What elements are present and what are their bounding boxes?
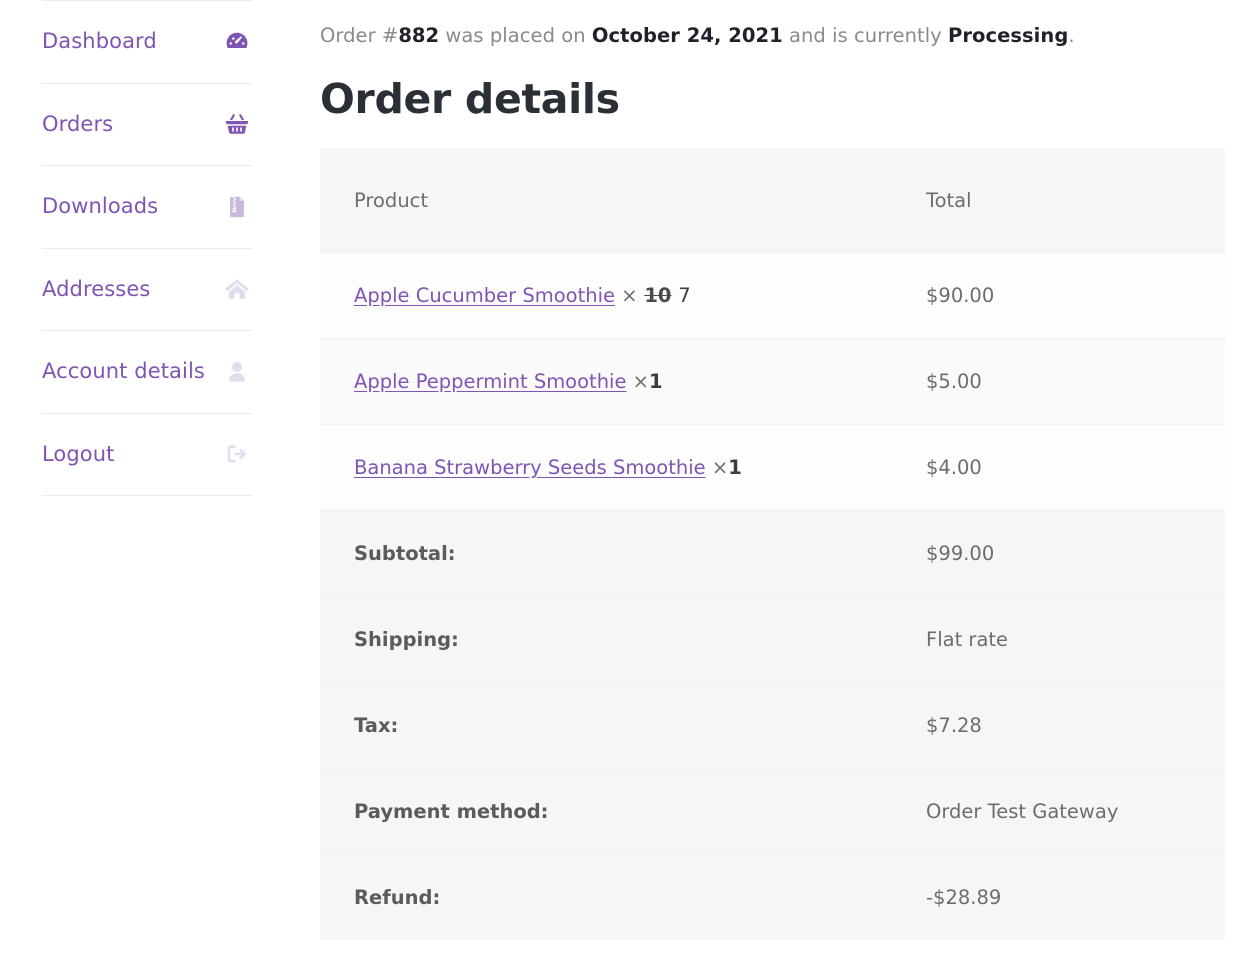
product-link[interactable]: Apple Cucumber Smoothie: [354, 284, 615, 307]
summary-row-subtotal: Subtotal: $99.00: [320, 509, 1225, 597]
product-quantity: ×1: [633, 370, 663, 393]
summary-value: Order Test Gateway: [892, 767, 1225, 855]
order-middle-text: and is currently: [782, 24, 949, 47]
order-status-badge: Processing: [948, 24, 1069, 47]
sidebar-item-logout[interactable]: Logout: [42, 414, 252, 496]
shopping-basket-icon: [224, 111, 250, 137]
sidebar-item-label: Addresses: [42, 276, 151, 301]
multiply-symbol: ×: [711, 455, 729, 479]
summary-value: Flat rate: [892, 595, 1225, 683]
summary-row-payment-method: Payment method: Order Test Gateway: [320, 767, 1225, 855]
product-total: $90.00: [892, 251, 1225, 339]
order-suffix-text: .: [1068, 24, 1075, 47]
sidebar-item-label: Dashboard: [42, 29, 157, 54]
quantity-current: 1: [728, 455, 742, 479]
summary-label: Subtotal:: [320, 509, 892, 597]
summary-label: Shipping:: [320, 595, 892, 683]
user-icon: [224, 359, 250, 385]
summary-label: Payment method:: [320, 767, 892, 855]
summary-row-shipping: Shipping: Flat rate: [320, 595, 1225, 683]
account-sidebar-nav: Dashboard Orders Downloads Addresses Acc…: [0, 0, 252, 496]
product-cell: Banana Strawberry Seeds Smoothie ×1: [320, 423, 892, 511]
product-link[interactable]: Apple Peppermint Smoothie: [354, 370, 626, 393]
product-cell: Apple Cucumber Smoothie × 10 7: [320, 251, 892, 339]
table-row: Apple Cucumber Smoothie × 10 7 $90.00: [320, 251, 1225, 339]
table-head: Product Total: [320, 148, 1225, 253]
table-body: Apple Cucumber Smoothie × 10 7 $90.00 Ap…: [320, 251, 1225, 511]
product-link[interactable]: Banana Strawberry Seeds Smoothie: [354, 456, 706, 479]
product-quantity: × 10 7: [621, 284, 691, 307]
sidebar-item-label: Logout: [42, 441, 115, 466]
sidebar-item-addresses[interactable]: Addresses: [42, 249, 252, 331]
order-placed-text: was placed on: [439, 24, 592, 47]
table-row: Apple Peppermint Smoothie ×1 $5.00: [320, 337, 1225, 425]
order-status-message: Order #882 was placed on October 24, 202…: [320, 22, 1225, 50]
summary-value: $7.28: [892, 681, 1225, 769]
order-prefix-text: Order #: [320, 24, 399, 47]
sign-out-icon: [224, 441, 250, 467]
summary-label: Refund:: [320, 853, 892, 941]
column-header-total: Total: [892, 148, 1225, 253]
sidebar-item-list: Dashboard Orders Downloads Addresses Acc…: [42, 0, 252, 496]
sidebar-link-account-details[interactable]: Account details: [42, 331, 252, 413]
sidebar-item-account-details[interactable]: Account details: [42, 331, 252, 414]
summary-value: $99.00: [892, 509, 1225, 597]
sidebar-item-dashboard[interactable]: Dashboard: [42, 1, 252, 84]
multiply-symbol: ×: [621, 283, 638, 307]
column-header-product: Product: [320, 148, 892, 253]
order-details-table: Product Total Apple Cucumber Smoothie × …: [320, 148, 1225, 941]
order-details-main: Order #882 was placed on October 24, 202…: [252, 0, 1242, 941]
quantity-current: 7: [678, 283, 691, 307]
sidebar-link-dashboard[interactable]: Dashboard: [42, 1, 252, 83]
product-cell: Apple Peppermint Smoothie ×1: [320, 337, 892, 425]
sidebar-link-logout[interactable]: Logout: [42, 414, 252, 496]
summary-row-refund: Refund: -$28.89: [320, 853, 1225, 941]
tachometer-icon: [224, 29, 250, 55]
table-header-row: Product Total: [320, 148, 1225, 253]
page-title: Order details: [320, 75, 620, 124]
sidebar-item-label: Orders: [42, 111, 114, 136]
product-quantity: ×1: [712, 456, 742, 479]
summary-row-tax: Tax: $7.28: [320, 681, 1225, 769]
sidebar-item-orders[interactable]: Orders: [42, 84, 252, 166]
summary-value: -$28.89: [892, 853, 1225, 941]
summary-label: Tax:: [320, 681, 892, 769]
sidebar-item-downloads[interactable]: Downloads: [42, 166, 252, 249]
sidebar-item-label: Account details: [42, 359, 205, 384]
sidebar-link-downloads[interactable]: Downloads: [42, 166, 252, 248]
product-total: $5.00: [892, 337, 1225, 425]
order-date: October 24, 2021: [591, 24, 783, 47]
file-archive-icon: [224, 194, 250, 220]
quantity-original: 10: [644, 283, 672, 307]
table-row: Banana Strawberry Seeds Smoothie ×1 $4.0…: [320, 423, 1225, 511]
table-foot: Subtotal: $99.00 Shipping: Flat rate Tax…: [320, 509, 1225, 941]
product-total: $4.00: [892, 423, 1225, 511]
multiply-symbol: ×: [632, 369, 650, 393]
sidebar-link-addresses[interactable]: Addresses: [42, 249, 252, 331]
order-number: 882: [398, 24, 440, 47]
sidebar-link-orders[interactable]: Orders: [42, 84, 252, 166]
home-icon: [224, 276, 250, 302]
sidebar-item-label: Downloads: [42, 194, 159, 219]
account-order-page: Dashboard Orders Downloads Addresses Acc…: [0, 0, 1242, 965]
quantity-current: 1: [649, 369, 663, 393]
